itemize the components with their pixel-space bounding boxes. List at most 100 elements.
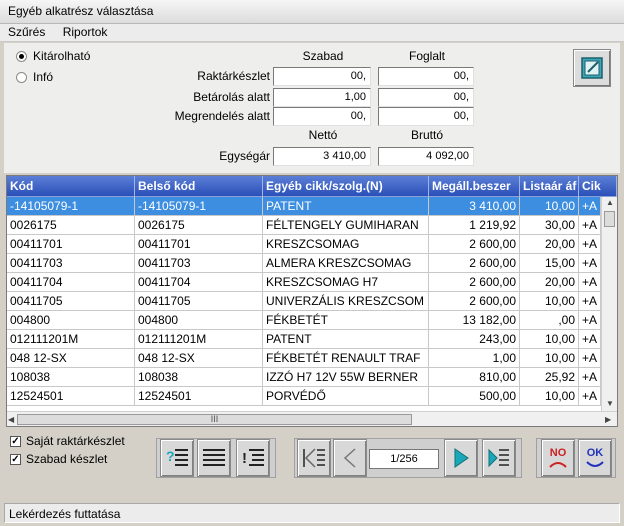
cell-cik: +A bbox=[579, 311, 601, 330]
radio-label: Infó bbox=[33, 70, 54, 84]
detail-list-button[interactable]: ! bbox=[236, 439, 270, 477]
cell-cik: +A bbox=[579, 292, 601, 311]
cell-belso-kod: 00411701 bbox=[135, 235, 263, 254]
cell-nev: FÉKBETÉT RENAULT TRAF bbox=[263, 349, 429, 368]
vertical-scroll-thumb[interactable] bbox=[604, 211, 615, 227]
table-row[interactable]: 004800 004800 FÉKBETÉT 13 182,00 ,00 +A bbox=[7, 311, 601, 330]
cell-kod: 00411704 bbox=[7, 273, 135, 292]
table-row[interactable]: 00411703 00411703 ALMERA KRESZCSOMAG 2 6… bbox=[7, 254, 601, 273]
cell-kod: 00411701 bbox=[7, 235, 135, 254]
checkbox-label: Saját raktárkészlet bbox=[26, 434, 125, 448]
cell-kod: 0026175 bbox=[7, 216, 135, 235]
cell-listaar: 10,00 bbox=[520, 387, 579, 406]
field-egysegar-netto: 3 410,00 bbox=[273, 147, 371, 166]
menu-szures[interactable]: Szűrés bbox=[0, 24, 51, 39]
cell-listaar: 30,00 bbox=[520, 216, 579, 235]
col-header-nev[interactable]: Egyéb cikk/szolg.(N) bbox=[263, 176, 429, 197]
cell-cik: +A bbox=[579, 197, 601, 216]
cell-belso-kod: 00411703 bbox=[135, 254, 263, 273]
cell-cik: +A bbox=[579, 273, 601, 292]
table-row[interactable]: 0026175 0026175 FÉLTENGELY GUMIHARAN 1 2… bbox=[7, 216, 601, 235]
help-list-button[interactable]: ? bbox=[160, 439, 194, 477]
field-betarolas-szabad: 1,00 bbox=[273, 88, 371, 107]
parts-grid[interactable]: Kód Belső kód Egyéb cikk/szolg.(N) Megál… bbox=[6, 175, 618, 427]
menu-riportok[interactable]: Riportok bbox=[55, 24, 114, 39]
scroll-left-icon[interactable]: ◀ bbox=[8, 415, 14, 424]
table-row[interactable]: -14105079-1 -14105079-1 PATENT 3 410,00 … bbox=[7, 197, 601, 216]
checkbox-checked[interactable]: ✓ bbox=[10, 435, 21, 447]
col-header-listaar[interactable]: Listaár áf bbox=[520, 176, 579, 197]
scroll-down-icon[interactable]: ▼ bbox=[606, 399, 614, 408]
col-header-belso-kod[interactable]: Belső kód bbox=[135, 176, 263, 197]
cell-belso-kod: 00411704 bbox=[135, 273, 263, 292]
checkbox-sajat-raktarkeszlet[interactable]: ✓ Saját raktárkészlet bbox=[10, 434, 125, 448]
no-icon: NO bbox=[549, 447, 567, 468]
next-page-button[interactable] bbox=[444, 439, 478, 477]
table-row[interactable]: 108038 108038 IZZÓ H7 12V 55W BERNER 810… bbox=[7, 368, 601, 387]
table-row[interactable]: 00411705 00411705 UNIVERZÁLIS KRESZCSOM … bbox=[7, 292, 601, 311]
table-row[interactable]: 12524501 12524501 PORVÉDŐ 500,00 10,00 +… bbox=[7, 387, 601, 406]
cell-listaar: 10,00 bbox=[520, 330, 579, 349]
horizontal-scrollbar[interactable]: ◀ III ▶ bbox=[7, 411, 617, 426]
prev-page-button[interactable] bbox=[333, 439, 367, 477]
checkbox-checked[interactable]: ✓ bbox=[10, 453, 21, 465]
no-button[interactable]: NO bbox=[541, 439, 575, 477]
col-brutto: Bruttó bbox=[410, 128, 443, 142]
cell-belso-kod: 00411705 bbox=[135, 292, 263, 311]
help-list-icon: ? bbox=[166, 448, 188, 466]
first-page-button[interactable] bbox=[297, 439, 331, 477]
table-row[interactable]: 048 12-SX 048 12-SX FÉKBETÉT RENAULT TRA… bbox=[7, 349, 601, 368]
scroll-right-icon[interactable]: ▶ bbox=[605, 415, 611, 424]
col-szabad: Szabad bbox=[302, 49, 344, 63]
label-megrendeles: Megrendelés alatt bbox=[174, 109, 270, 123]
status-bar: Lekérdezés futtatása bbox=[4, 503, 620, 523]
window-title: Egyéb alkatrész választása bbox=[0, 0, 624, 24]
radio-button-selected[interactable] bbox=[16, 50, 27, 62]
cell-listaar: 25,92 bbox=[520, 368, 579, 387]
col-header-megall-beszer[interactable]: Megáll.beszer bbox=[429, 176, 520, 197]
label-betarolas: Betárolás alatt bbox=[193, 90, 270, 104]
cell-ar: 2 600,00 bbox=[429, 235, 520, 254]
table-row[interactable]: 00411704 00411704 KRESZCSOMAG H7 2 600,0… bbox=[7, 273, 601, 292]
cell-ar: 810,00 bbox=[429, 368, 520, 387]
last-page-button[interactable] bbox=[482, 439, 516, 477]
radio-kitarolhato[interactable]: Kitárolható bbox=[16, 49, 90, 63]
cell-nev: IZZÓ H7 12V 55W BERNER bbox=[263, 368, 429, 387]
scroll-up-icon[interactable]: ▲ bbox=[606, 198, 614, 207]
cell-belso-kod: -14105079-1 bbox=[135, 197, 263, 216]
cell-belso-kod: 108038 bbox=[135, 368, 263, 387]
horizontal-scroll-thumb[interactable]: III bbox=[17, 414, 412, 425]
vertical-scrollbar[interactable]: ▲ ▼ bbox=[601, 197, 617, 411]
cell-nev: PATENT bbox=[263, 330, 429, 349]
last-page-icon bbox=[488, 448, 509, 468]
first-page-icon bbox=[303, 448, 325, 468]
menu-bar: Szűrés Riportok bbox=[0, 24, 624, 42]
cell-cik: +A bbox=[579, 235, 601, 254]
edit-icon bbox=[581, 57, 603, 79]
cell-belso-kod: 12524501 bbox=[135, 387, 263, 406]
table-row[interactable]: 00411701 00411701 KRESZCSOMAG 2 600,00 2… bbox=[7, 235, 601, 254]
cell-ar: 2 600,00 bbox=[429, 254, 520, 273]
columns-button[interactable] bbox=[197, 439, 231, 477]
cell-nev: UNIVERZÁLIS KRESZCSOM bbox=[263, 292, 429, 311]
checkbox-szabad-keszlet[interactable]: ✓ Szabad készlet bbox=[10, 452, 107, 466]
cell-kod: 12524501 bbox=[7, 387, 135, 406]
table-row[interactable]: 012111201M 012111201M PATENT 243,00 10,0… bbox=[7, 330, 601, 349]
col-netto: Nettó bbox=[308, 128, 338, 142]
field-egysegar-brutto: 4 092,00 bbox=[378, 147, 474, 166]
edit-button[interactable] bbox=[573, 49, 611, 87]
ok-button[interactable]: OK bbox=[578, 439, 612, 477]
page-indicator: 1/256 bbox=[369, 449, 439, 469]
checkbox-label: Szabad készlet bbox=[26, 452, 108, 466]
cell-ar: 2 600,00 bbox=[429, 292, 520, 311]
field-megrendeles-foglalt: 00, bbox=[378, 107, 474, 126]
radio-info[interactable]: Infó bbox=[16, 70, 53, 84]
field-raktarkeszlet-foglalt: 00, bbox=[378, 67, 474, 86]
cell-nev: PATENT bbox=[263, 197, 429, 216]
col-header-kod[interactable]: Kód bbox=[7, 176, 135, 197]
radio-button[interactable] bbox=[16, 71, 27, 83]
col-header-cik[interactable]: Cik bbox=[579, 176, 617, 197]
next-page-icon bbox=[454, 448, 469, 468]
cell-kod: 012111201M bbox=[7, 330, 135, 349]
cell-ar: 243,00 bbox=[429, 330, 520, 349]
